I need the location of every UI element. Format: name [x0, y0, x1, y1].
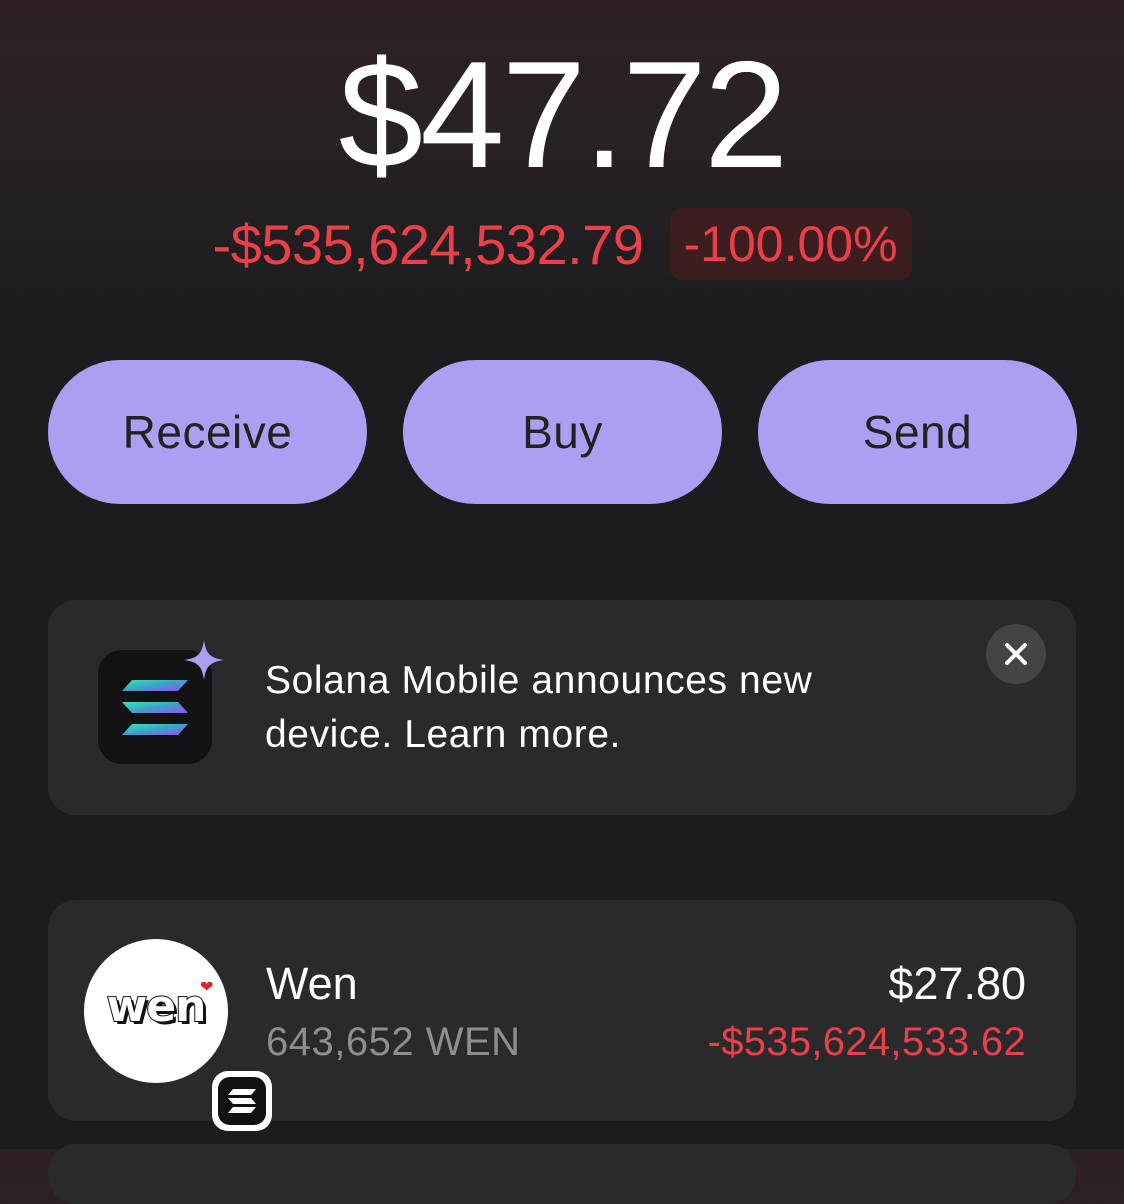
- token-row-next[interactable]: [48, 1144, 1076, 1204]
- total-balance: $47.72: [338, 30, 789, 200]
- token-amount: 643,652 WEN: [266, 1020, 521, 1064]
- solana-chain-icon: [218, 1077, 266, 1125]
- close-button[interactable]: [986, 624, 1046, 684]
- token-avatar: wen ❤: [84, 939, 272, 1131]
- sparkle-icon: [182, 638, 226, 682]
- send-button[interactable]: Send: [758, 360, 1077, 504]
- balance-change-percent-badge: -100.00%: [669, 208, 912, 280]
- heart-icon: ❤: [200, 979, 214, 996]
- token-row[interactable]: wen ❤ Wen 643,652 WEN $27.80 -$535,624,5…: [48, 900, 1076, 1131]
- chain-badge: [212, 1071, 272, 1131]
- receive-button[interactable]: Receive: [48, 360, 367, 504]
- balance-change-amount: -$535,624,532.79: [212, 212, 644, 276]
- promo-text: Solana Mobile announces new device. Lear…: [265, 659, 813, 756]
- close-icon: [1005, 643, 1027, 665]
- balance-change-row: -$535,624,532.79 -100.00%: [0, 206, 1124, 282]
- token-name: Wen: [266, 958, 358, 1009]
- promo-banner[interactable]: Solana Mobile announces new device. Lear…: [48, 600, 1076, 815]
- buy-button[interactable]: Buy: [403, 360, 722, 504]
- token-value: $27.80: [888, 958, 1026, 1009]
- token-change: -$535,624,533.62: [707, 1020, 1026, 1064]
